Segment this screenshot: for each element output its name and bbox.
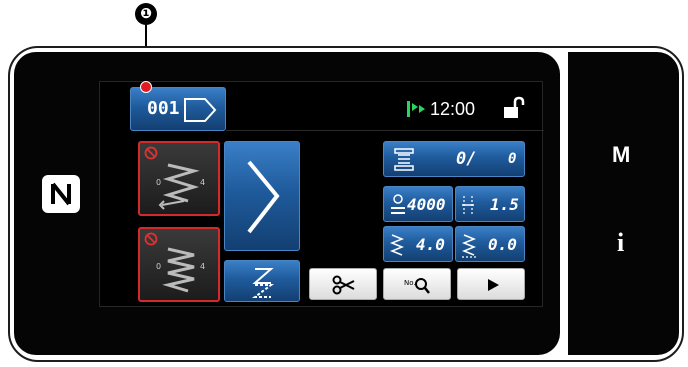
stitch-pitch-value: 1.5 [490, 195, 519, 214]
svg-text:0: 0 [156, 178, 161, 187]
stitch-pitch-button[interactable]: 1.5 [455, 186, 525, 222]
callout-target-dot [140, 81, 152, 93]
speed-icon [391, 194, 405, 214]
mode-button[interactable]: M [612, 142, 630, 168]
nfc-mark-icon [42, 175, 80, 213]
time-display: 12:00 [430, 99, 476, 119]
counter-button[interactable]: 0/ 0 [383, 141, 525, 177]
pattern-number-button[interactable]: 001 [130, 87, 226, 131]
counter-total: 0 [508, 151, 517, 167]
pattern-tag-icon [184, 98, 217, 122]
pattern-number-text: 001 [147, 98, 180, 119]
scissors-icon [332, 275, 355, 295]
stitch-pattern-top-button[interactable]: 0 4 [138, 141, 220, 216]
baseline-offset-value: 0.0 [488, 235, 517, 254]
pitch-icon [462, 196, 474, 214]
svg-text:4: 4 [200, 262, 205, 271]
reverse-stitch-icon [252, 268, 274, 298]
zigzag-width-icon [389, 234, 405, 256]
zigzag-width-button[interactable]: 4.0 [383, 226, 453, 262]
search-icon: No. [404, 278, 430, 294]
callout-number: ❶ [135, 3, 157, 25]
svg-text:No.: No. [404, 279, 416, 287]
stitch-pattern-bottom-button[interactable]: 0 4 [138, 227, 220, 302]
zigzag-stitch-icon: 0 4 [156, 247, 205, 293]
green-flag-icon [407, 101, 425, 117]
search-button[interactable]: No. [383, 268, 451, 300]
play-icon [488, 279, 499, 291]
svg-text:0: 0 [156, 262, 161, 271]
zigzag-icon [247, 160, 280, 234]
info-button[interactable]: i [617, 228, 624, 258]
play-button[interactable] [457, 268, 525, 300]
counter-value: 0/ [456, 149, 477, 169]
touch-screen: 001 12:00 0 4 0 4 0/ 0 4000 1.5 4.0 0.0 … [99, 81, 544, 307]
baseline-offset-icon [461, 234, 478, 258]
header-divider [226, 130, 544, 131]
svg-text:4: 4 [200, 178, 205, 187]
zigzag-pattern-button[interactable] [224, 141, 300, 251]
sub-pattern-button[interactable]: N [224, 260, 300, 302]
zigzag-width-value: 4.0 [416, 235, 445, 254]
sewing-speed-value: 4000 [407, 195, 446, 214]
device-side-panel [568, 52, 679, 355]
thread-trim-button[interactable] [309, 268, 377, 300]
bobbin-counter-icon [394, 148, 414, 171]
sewing-speed-button[interactable]: 4000 [383, 186, 453, 222]
baseline-offset-button[interactable]: 0.0 [455, 226, 525, 262]
unlock-icon[interactable] [501, 96, 527, 120]
zigzag-stitch-icon: 0 4 [156, 163, 205, 210]
